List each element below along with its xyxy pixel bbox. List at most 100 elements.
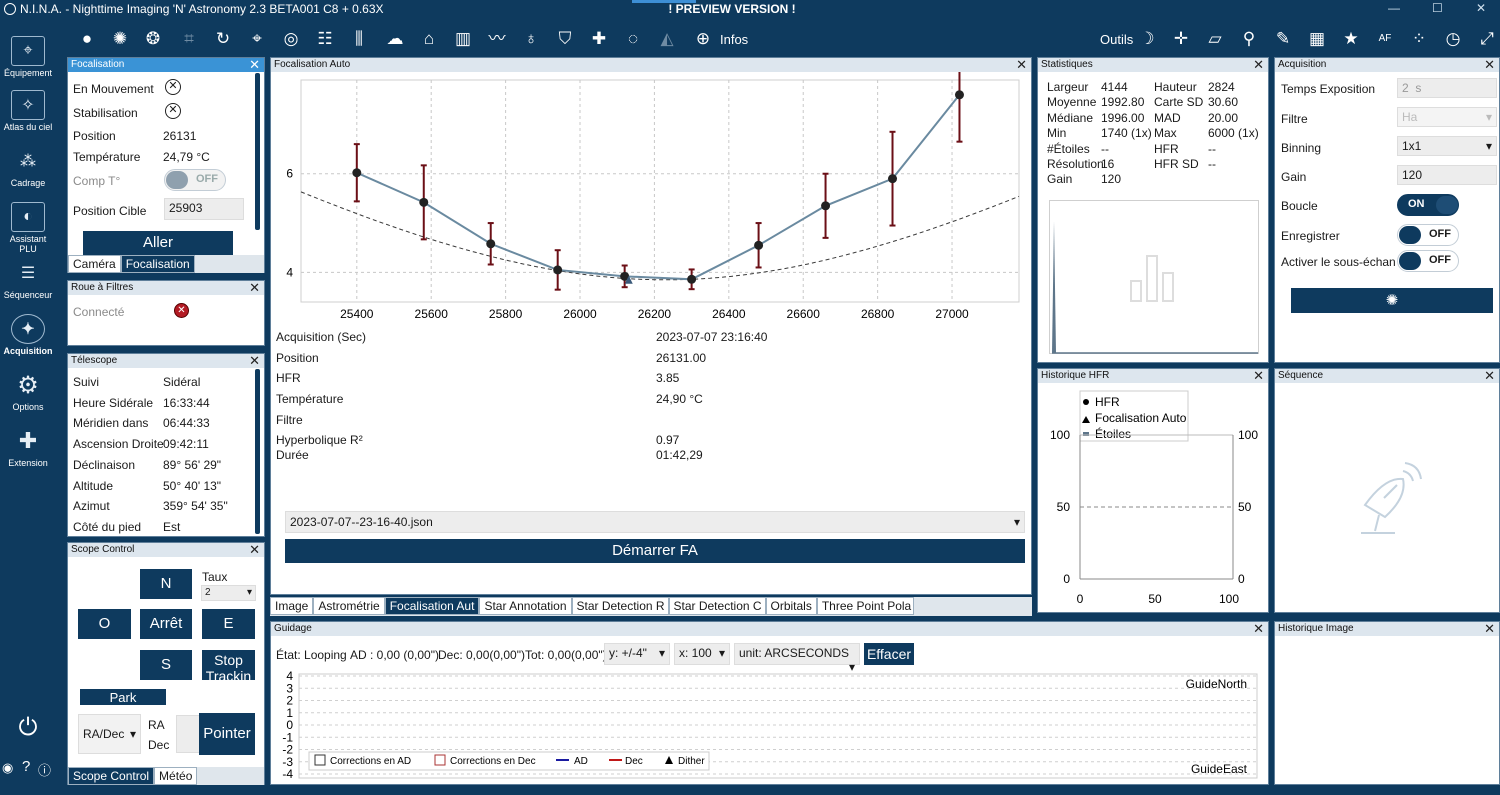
sidebar-item-framing[interactable]: ⁂ Cadrage [0, 146, 56, 188]
close-icon[interactable]: ✕ [249, 354, 260, 367]
tab-weather[interactable]: Météo [154, 767, 198, 785]
close-window-icon[interactable]: ✕ [1476, 1, 1486, 15]
stop-tracking-button[interactable]: Stop Trackin [202, 650, 255, 680]
orbit-icon[interactable]: ◌ [622, 28, 644, 50]
close-icon[interactable]: ✕ [249, 543, 260, 556]
binning-select[interactable]: 1x1 ▾ [1397, 136, 1497, 156]
close-icon[interactable]: ✕ [1484, 58, 1495, 71]
sidebar-item-flat-wizard[interactable]: ◐ Assistant PLU [0, 202, 56, 254]
guider-icon[interactable]: ◎ [280, 28, 302, 50]
telescope-tb-icon[interactable]: ⌖ [246, 28, 268, 50]
minimize-icon[interactable]: — [1388, 1, 1400, 15]
filter-select[interactable]: Ha ▾ [1397, 107, 1497, 127]
east-button[interactable]: E [202, 609, 255, 639]
bulb-icon[interactable]: ♁ [520, 28, 542, 50]
y-scale-select[interactable]: y: +/-4" ▾ [604, 643, 670, 665]
sidebar-item-equipment[interactable]: ⌖ Équipement [0, 36, 56, 78]
exposure-input[interactable]: 2 s [1397, 78, 1497, 98]
camera-icon[interactable]: ● [76, 28, 98, 50]
comp-toggle[interactable]: OFF [164, 169, 226, 191]
tab-focuser[interactable]: Focalisation [120, 255, 195, 273]
power-icon[interactable]: ⏻ [14, 714, 42, 742]
close-icon[interactable]: ✕ [1484, 622, 1495, 635]
north-button[interactable]: N [140, 569, 192, 599]
tab-center-1[interactable]: Astrométrie [313, 597, 385, 615]
south-button[interactable]: S [140, 650, 192, 680]
eraser-icon[interactable]: ▱ [1204, 28, 1226, 50]
autofocus-icon[interactable]: AF [1374, 28, 1396, 50]
park-button[interactable]: Park [80, 689, 166, 705]
help-icon[interactable]: ? [22, 758, 30, 775]
cloud-icon[interactable]: ☁ [384, 28, 406, 50]
start-autofocus-button[interactable]: Démarrer FA [285, 539, 1025, 563]
scrollbar[interactable] [255, 369, 260, 534]
history-icon[interactable]: ◷ [1442, 28, 1464, 50]
outils-label[interactable]: Outils [1100, 32, 1133, 47]
sidebar-item-plugins[interactable]: ✚ Extension [0, 426, 56, 468]
coord-select[interactable]: RA/Dec ▾ [78, 714, 141, 754]
shutter-icon[interactable]: ✺ [109, 28, 131, 50]
tools-wand-icon[interactable]: ☽ [1136, 28, 1158, 50]
gain-input[interactable]: 120 [1397, 165, 1497, 185]
infos-label[interactable]: Infos [720, 32, 748, 47]
close-icon[interactable]: ✕ [1016, 58, 1027, 71]
globe-icon[interactable]: ⊕ [692, 28, 714, 50]
focuser-frame-icon[interactable]: ⌗ [178, 28, 200, 50]
eye-icon[interactable]: ◉ [2, 760, 13, 776]
sidebar-item-sequencer[interactable]: ☰ Séquenceur [0, 258, 56, 300]
stop-button[interactable]: Arrêt [140, 609, 192, 639]
star-icon[interactable]: ★ [1340, 28, 1362, 50]
sidebar-item-options[interactable]: ⚙ Options [0, 370, 56, 413]
sidebar-item-skyatlas[interactable]: ✧ Atlas du ciel [0, 90, 56, 132]
calculator-icon[interactable]: ▦ [1306, 28, 1328, 50]
go-button[interactable]: Aller [83, 231, 233, 255]
x-scale-select[interactable]: x: 100 ▾ [674, 643, 730, 665]
tab-center-6[interactable]: Orbitals [765, 597, 817, 615]
close-icon[interactable]: ✕ [1253, 622, 1264, 635]
tab-center-4[interactable]: Star Detection R [571, 597, 669, 615]
tab-camera[interactable]: Caméra [68, 255, 121, 273]
brush-icon[interactable]: ✎ [1272, 28, 1294, 50]
autofocus-file-select[interactable]: 2023-07-07--23-16-40.json ▾ [285, 511, 1025, 533]
tab-center-3[interactable]: Star Annotation [479, 597, 572, 615]
line-chart-icon[interactable]: 〰 [486, 28, 508, 50]
clear-button[interactable]: Effacer [864, 643, 914, 665]
close-icon[interactable]: ✕ [1253, 369, 1264, 382]
tab-center-5[interactable]: Star Detection C [668, 597, 766, 615]
info-icon[interactable]: ⓘ [38, 760, 51, 779]
slew-button[interactable]: Pointer [199, 713, 255, 755]
close-icon[interactable]: ✕ [1484, 369, 1495, 382]
target-input[interactable]: 25903 [164, 198, 244, 220]
crosshair-icon[interactable]: ✛ [1170, 28, 1192, 50]
loop-toggle[interactable]: ON [1397, 194, 1459, 216]
dome-icon[interactable]: ⌂ [418, 28, 440, 50]
filterwheel-icon[interactable]: ❂ [142, 28, 164, 50]
west-button[interactable]: O [78, 609, 131, 639]
start-capture-button[interactable]: ✺ [1291, 288, 1493, 313]
scrollbar[interactable] [255, 73, 260, 230]
dither-icon[interactable]: ⁘ [1408, 28, 1430, 50]
close-icon[interactable]: ✕ [249, 58, 260, 71]
shield-icon[interactable]: ⛉ [554, 28, 576, 50]
sliders-icon[interactable]: ⫼ [348, 28, 370, 50]
tab-center-0[interactable]: Image [270, 597, 314, 615]
unit-select[interactable]: unit: ARCSECONDS ▾ [734, 643, 860, 674]
puzzle-tb-icon[interactable]: ✚ [588, 28, 610, 50]
save-toggle[interactable]: OFF [1397, 224, 1459, 246]
maximize-icon[interactable]: ☐ [1432, 1, 1443, 15]
telescope-panel: Télescope ✕ Suivi Sidéral Heure Sidérale 16:… [67, 353, 265, 537]
tab-center-7[interactable]: Three Point Pola [816, 597, 914, 615]
close-icon[interactable]: ✕ [249, 281, 260, 294]
expand-icon[interactable]: ⤢ [1476, 28, 1498, 50]
tab-center-2[interactable]: Focalisation Aut [384, 597, 480, 615]
subsample-toggle[interactable]: OFF [1397, 250, 1459, 272]
list-icon[interactable]: ☷ [314, 28, 336, 50]
rotator-icon[interactable]: ↻ [212, 28, 234, 50]
rate-select[interactable]: 2 ▾ [201, 585, 256, 601]
sidebar-item-imaging[interactable]: ✦ Acquisition [0, 314, 56, 356]
tab-scope-control[interactable]: Scope Control [68, 767, 155, 785]
search-icon[interactable]: ⚲ [1238, 28, 1260, 50]
polar-icon[interactable]: ◭ [656, 28, 678, 50]
bar-chart-icon[interactable]: ▥ [452, 28, 474, 50]
close-icon[interactable]: ✕ [1253, 58, 1264, 71]
